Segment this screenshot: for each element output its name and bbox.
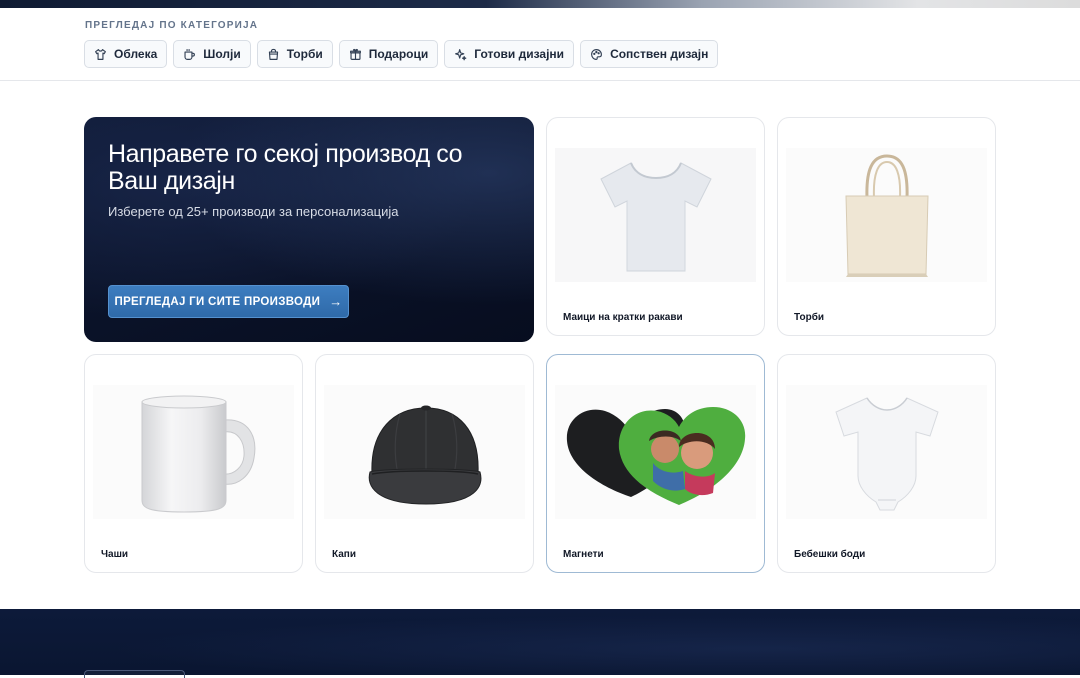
mug-image xyxy=(93,385,294,519)
top-banner-strip xyxy=(0,0,1080,8)
product-card-label: Капи xyxy=(332,549,356,560)
arrow-right-icon: → xyxy=(329,294,343,309)
t-shirt-illustration xyxy=(599,161,712,271)
category-pill-label: Облека xyxy=(114,47,158,61)
heart-magnets-illustration xyxy=(566,407,745,505)
shirt-icon xyxy=(95,48,106,60)
product-card-label: Бебешки боди xyxy=(794,549,866,560)
category-pill-clothing[interactable]: Облека xyxy=(84,40,168,68)
product-card-mugs[interactable]: Чаши xyxy=(84,354,303,573)
hero-banner: Направете го секој производ со Ваш дизај… xyxy=(84,117,534,342)
category-section-title: ПРЕГЛЕДАЈ ПО КАТЕГОРИЈА xyxy=(85,20,259,31)
product-card-tshirts[interactable]: Маици на кратки ракави xyxy=(546,117,765,336)
next-section-band xyxy=(0,609,1080,678)
cup-icon xyxy=(184,48,196,60)
tote-bag-illustration xyxy=(844,154,929,277)
product-card-baby-bodysuits[interactable]: Бебешки боди xyxy=(777,354,996,573)
cap-illustration xyxy=(368,405,481,505)
product-card-label: Магнети xyxy=(563,549,604,560)
browse-all-products-label: ПРЕГЛЕДАЈ ГИ СИТЕ ПРОИЗВОДИ xyxy=(114,295,321,308)
category-pill-cups[interactable]: Шолји xyxy=(173,40,251,68)
category-bar: ПРЕГЛЕДАЈ ПО КАТЕГОРИЈА Облека Шолји Тор… xyxy=(0,8,1080,81)
cap-image xyxy=(324,385,525,519)
category-pill-ready-designs[interactable]: Готови дизајни xyxy=(444,40,575,68)
palette-icon xyxy=(591,48,603,60)
product-card-label: Чаши xyxy=(101,549,129,560)
category-pill-bags[interactable]: Торби xyxy=(256,40,333,68)
category-pill-label: Шолји xyxy=(203,47,241,61)
hero-title: Направете го секој производ со Ваш дизај… xyxy=(108,140,463,195)
product-card-bags[interactable]: Торби xyxy=(777,117,996,336)
category-pill-label: Подароци xyxy=(368,47,429,61)
product-card-label: Торби xyxy=(794,312,825,323)
gift-icon xyxy=(349,48,361,60)
category-pill-own-design[interactable]: Сопствен дизајн xyxy=(580,40,719,68)
t-shirt-image xyxy=(555,148,756,282)
category-pill-label: Сопствен дизајн xyxy=(610,47,709,61)
product-card-caps[interactable]: Капи xyxy=(315,354,534,573)
product-card-label: Маици на кратки ракави xyxy=(563,312,683,323)
heart-magnets-image xyxy=(555,385,756,519)
baby-bodysuit-illustration xyxy=(834,396,939,510)
section-chip xyxy=(84,670,185,678)
category-pill-gifts[interactable]: Подароци xyxy=(338,40,439,68)
sparkles-icon xyxy=(455,48,467,60)
bag-icon xyxy=(268,48,278,60)
category-pill-label: Торби xyxy=(286,47,323,61)
mug-illustration xyxy=(141,395,255,513)
category-pill-label: Готови дизајни xyxy=(474,47,565,61)
baby-bodysuit-image xyxy=(786,385,987,519)
category-pills: Облека Шолји Торби Подароци Готови дизај… xyxy=(84,40,719,68)
browse-all-products-button[interactable]: ПРЕГЛЕДАЈ ГИ СИТЕ ПРОИЗВОДИ → xyxy=(108,285,349,318)
tote-bag-image xyxy=(786,148,987,282)
hero-subtitle: Изберете од 25+ производи за персонализа… xyxy=(108,204,399,219)
product-card-magnets[interactable]: Магнети xyxy=(546,354,765,573)
